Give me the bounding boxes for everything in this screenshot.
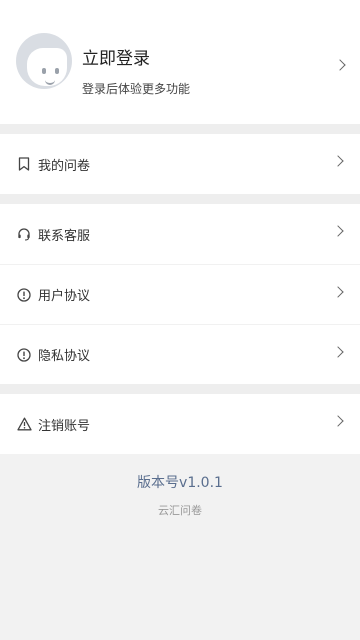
headset-icon: [16, 226, 32, 242]
footer: 版本号v1.0.1 云汇问卷: [0, 454, 360, 518]
section-divider: [0, 124, 360, 134]
menu-item-privacy-policy[interactable]: 隐私协议: [0, 324, 360, 384]
menu-item-label: 隐私协议: [38, 349, 91, 364]
menu-item-my-questionnaires[interactable]: 我的问卷: [0, 134, 360, 194]
section-divider: [0, 384, 360, 394]
app-page: 立即登录 登录后体验更多功能 我的问卷 联系客服 用户协议 隐私协议 注销账号 …: [0, 0, 360, 640]
info-circle-icon: [16, 287, 32, 303]
menu-item-label: 注销账号: [38, 418, 91, 434]
avatar-eye-left: [42, 68, 46, 74]
login-subtitle: 登录后体验更多功能: [82, 82, 191, 96]
bookmark-icon: [16, 156, 32, 172]
chevron-right-icon: [332, 286, 344, 298]
info-circle-icon: [16, 347, 32, 363]
login-header[interactable]: 立即登录 登录后体验更多功能: [0, 0, 360, 124]
menu-group-support: 联系客服 用户协议 隐私协议: [0, 204, 360, 384]
avatar[interactable]: [16, 33, 72, 89]
menu-item-label: 我的问卷: [38, 158, 91, 174]
menu-group-questionnaire: 我的问卷: [0, 134, 360, 194]
chevron-right-icon[interactable]: [334, 59, 346, 71]
section-divider: [0, 194, 360, 204]
chevron-right-icon: [332, 415, 344, 427]
chevron-right-icon: [332, 346, 344, 358]
menu-item-delete-account[interactable]: 注销账号: [0, 394, 360, 454]
warning-triangle-icon: [16, 416, 32, 432]
menu-item-user-agreement[interactable]: 用户协议: [0, 264, 360, 324]
menu-item-label: 联系客服: [38, 228, 91, 244]
brand-name: 云汇问卷: [158, 504, 202, 517]
avatar-eye-right: [55, 68, 59, 74]
version-label: 版本号v1.0.1: [137, 475, 223, 491]
menu-item-contact-support[interactable]: 联系客服: [0, 204, 360, 264]
chevron-right-icon: [332, 225, 344, 237]
chevron-right-icon: [332, 155, 344, 167]
menu-group-account: 注销账号: [0, 394, 360, 454]
menu-item-label: 用户协议: [38, 289, 91, 304]
login-title[interactable]: 立即登录: [82, 44, 150, 69]
